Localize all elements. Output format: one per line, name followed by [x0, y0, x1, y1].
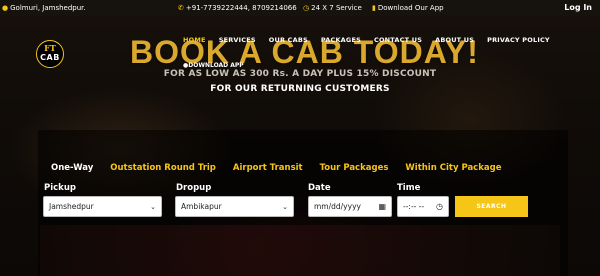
top-bar: ● Golmuri, Jamshedpur. ✆ +91-7739222444,… — [0, 0, 600, 16]
service-text: 24 X 7 Service — [311, 4, 362, 12]
chevron-down-icon: ⌄ — [150, 202, 156, 211]
pickup-label: Pickup — [44, 183, 76, 193]
time-label: Time — [397, 183, 421, 193]
main-nav: HOME SERVICES OUR CABS PACKAGES CONTACT … — [183, 36, 563, 44]
clock-icon[interactable]: ◷ — [436, 202, 443, 211]
tab-airport-transit[interactable]: Airport Transit — [233, 163, 303, 173]
nav-our-cabs[interactable]: OUR CABS — [269, 36, 308, 44]
tab-outstation-round-trip[interactable]: Outstation Round Trip — [110, 163, 216, 173]
pickup-value: Jamshedpur — [49, 202, 94, 211]
date-value: mm/dd/yyyy — [314, 202, 361, 211]
chevron-down-icon: ⌄ — [282, 202, 288, 211]
location-info: ● Golmuri, Jamshedpur. — [2, 4, 86, 12]
time-input[interactable]: --:-- -- ◷ — [397, 196, 449, 217]
clock-icon: ◷ — [303, 4, 310, 12]
download-app-link[interactable]: ●DOWNLOAD APP — [183, 62, 244, 69]
nav-packages[interactable]: PACKAGES — [321, 36, 361, 44]
date-input[interactable]: mm/dd/yyyy ▦ — [308, 196, 392, 217]
date-label: Date — [308, 183, 331, 193]
logo-bottom-text: CAB — [40, 53, 60, 62]
phone-text[interactable]: +91-7739222444, 8709214066 — [186, 4, 297, 12]
dropup-label: Dropup — [176, 183, 212, 193]
tab-one-way[interactable]: One-Way — [51, 163, 93, 173]
download-info[interactable]: ▮ Download Our App — [372, 4, 444, 12]
nav-home[interactable]: HOME — [183, 36, 206, 44]
nav-contact-us[interactable]: CONTACT US — [374, 36, 422, 44]
logo-top-text: FT — [44, 43, 56, 53]
time-value: --:-- -- — [403, 202, 425, 211]
search-button[interactable]: SEARCH — [455, 196, 528, 217]
calendar-icon[interactable]: ▦ — [378, 202, 386, 211]
nav-about-us[interactable]: ABOUT US — [435, 36, 474, 44]
booking-tabs: One-Way Outstation Round Trip Airport Tr… — [51, 163, 518, 173]
download-text[interactable]: Download Our App — [378, 4, 444, 12]
nav-services[interactable]: SERVICES — [219, 36, 256, 44]
tab-tour-packages[interactable]: Tour Packages — [320, 163, 389, 173]
brand-logo[interactable]: FT CAB — [36, 40, 64, 68]
download-app-text[interactable]: DOWNLOAD APP — [188, 62, 243, 69]
map-pin-icon: ● — [2, 4, 9, 12]
phone-info[interactable]: ✆ +91-7739222444, 8709214066 — [178, 4, 297, 12]
tab-within-city-package[interactable]: Within City Package — [405, 163, 501, 173]
dropup-value: Ambikapur — [181, 202, 222, 211]
promo-line-1: FOR AS LOW AS 300 Rs. A DAY PLUS 15% DIS… — [163, 69, 437, 79]
location-text: Golmuri, Jamshedpur. — [10, 4, 86, 12]
service-info: ◷ 24 X 7 Service — [303, 4, 362, 12]
phone-icon: ✆ — [178, 4, 184, 12]
dropup-select[interactable]: Ambikapur ⌄ — [175, 196, 294, 217]
login-link[interactable]: Log In — [564, 3, 592, 12]
pickup-select[interactable]: Jamshedpur ⌄ — [43, 196, 162, 217]
promo-line-2: FOR OUR RETURNING CUSTOMERS — [210, 84, 390, 94]
phone-download-icon: ▮ — [372, 4, 376, 12]
nav-privacy-policy[interactable]: PRIVACY POLICY — [487, 36, 550, 44]
